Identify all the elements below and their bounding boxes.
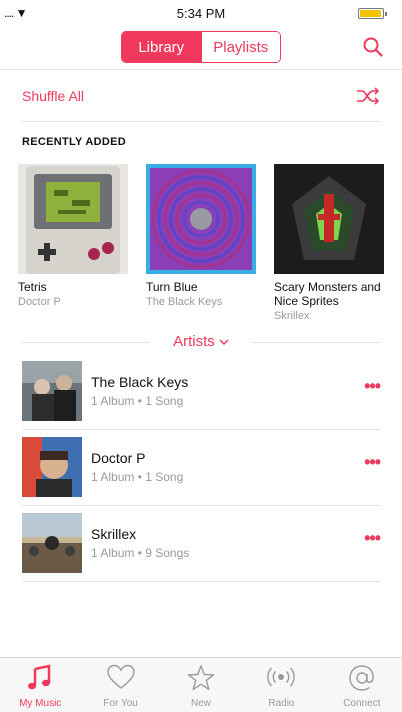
tab-bar: My Music For You New Radio Connect <box>0 657 402 712</box>
heart-icon <box>106 664 135 689</box>
artist-row-doctor-p[interactable]: Doctor P 1 Album • 1 Song ••• <box>22 430 381 506</box>
album-artist: Doctor P <box>18 296 61 308</box>
at-icon <box>349 665 374 691</box>
album-title: Tetris <box>18 280 47 294</box>
album-turn-blue[interactable]: Turn Blue The Black Keys <box>146 164 256 309</box>
spiral-cover <box>146 164 256 274</box>
library-playlists-segmented-control: Library Playlists <box>121 31 281 63</box>
tab-label: My Music <box>19 698 62 709</box>
shuffle-all-row[interactable]: Shuffle All <box>22 72 380 122</box>
album-title: Scary Monsters and Nice Sprites <box>274 280 381 308</box>
artist-meta: 1 Album • 1 Song <box>91 394 184 408</box>
battery-icon <box>358 8 387 19</box>
artist-photo <box>22 361 82 421</box>
monster-cover <box>274 164 384 274</box>
tab-label: New <box>191 698 212 709</box>
artist-photo <box>22 513 82 573</box>
tab-label: Connect <box>343 698 381 709</box>
shuffle-icon <box>357 87 380 105</box>
tab-label: For You <box>103 698 138 709</box>
artist-row-the-black-keys[interactable]: The Black Keys 1 Album • 1 Song ••• <box>22 354 381 430</box>
radio-icon <box>267 667 296 687</box>
artist-row-skrillex[interactable]: Skrillex 1 Album • 9 Songs ••• <box>22 506 381 582</box>
artist-name: The Black Keys <box>91 374 189 390</box>
shuffle-all-label: Shuffle All <box>22 88 85 104</box>
tab-library[interactable]: Library <box>122 32 201 62</box>
battery-level <box>360 10 381 17</box>
artists-sort-label[interactable]: Artists <box>22 333 380 350</box>
music-note-icon <box>28 664 51 690</box>
tab-new[interactable]: New <box>161 658 241 712</box>
tab-my-music[interactable]: My Music <box>0 658 80 712</box>
nav-bar: Library Playlists <box>0 28 402 70</box>
more-options-icon[interactable]: ••• <box>364 452 381 473</box>
album-tetris[interactable]: Tetris Doctor P <box>18 164 128 309</box>
artist-meta: 1 Album • 1 Song <box>91 470 184 484</box>
artists-section-header[interactable]: Artists <box>22 332 380 352</box>
gameboy-cover <box>18 164 128 274</box>
album-title: Turn Blue <box>146 280 198 294</box>
star-icon <box>187 665 215 691</box>
tab-radio[interactable]: Radio <box>241 658 321 712</box>
tab-for-you[interactable]: For You <box>80 658 160 712</box>
tab-playlists[interactable]: Playlists <box>200 32 280 62</box>
more-options-icon[interactable]: ••• <box>364 528 381 549</box>
status-bar: .... ▼ 5:34 PM <box>0 0 402 28</box>
album-artist: Skrillex <box>274 310 310 322</box>
chevron-down-icon <box>219 339 229 346</box>
artists-label: Artists <box>173 333 215 350</box>
artist-name: Skrillex <box>91 526 137 542</box>
artist-meta: 1 Album • 9 Songs <box>91 546 190 560</box>
album-artist: The Black Keys <box>146 296 223 308</box>
artist-photo <box>22 437 82 497</box>
status-time: 5:34 PM <box>176 6 226 21</box>
tab-label: Radio <box>268 698 295 709</box>
search-icon[interactable] <box>362 36 384 58</box>
album-scary-monsters[interactable]: Scary Monsters and Nice Sprites Skrillex <box>274 164 384 323</box>
artist-name: Doctor P <box>91 450 146 466</box>
recently-added-heading: RECENTLY ADDED <box>22 136 127 148</box>
tab-connect[interactable]: Connect <box>322 658 402 712</box>
more-options-icon[interactable]: ••• <box>364 376 381 397</box>
